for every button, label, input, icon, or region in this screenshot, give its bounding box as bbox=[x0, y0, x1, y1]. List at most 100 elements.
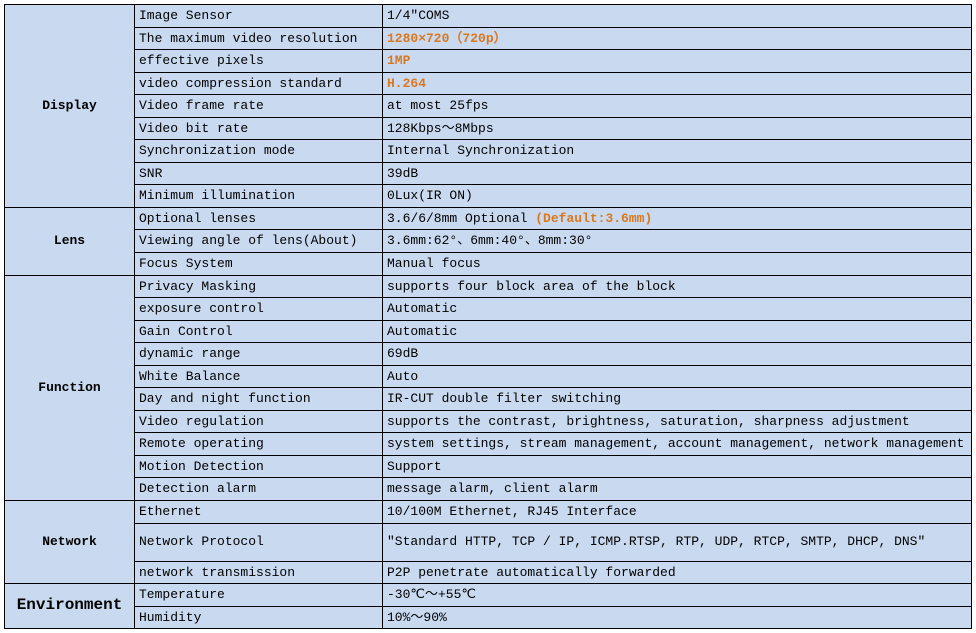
spec-label: Focus System bbox=[135, 253, 383, 276]
spec-value-text: Automatic bbox=[387, 301, 457, 316]
table-row: video compression standard H.264 bbox=[5, 72, 972, 95]
spec-value-text: 69dB bbox=[387, 346, 418, 361]
spec-value-text: Support bbox=[387, 459, 442, 474]
spec-value: 1MP bbox=[383, 50, 972, 73]
spec-value-text: Automatic bbox=[387, 324, 457, 339]
table-row: Network Protocol"Standard HTTP, TCP / IP… bbox=[5, 523, 972, 561]
spec-value-text: 10/100M Ethernet, RJ45 Interface bbox=[387, 504, 637, 519]
table-row: dynamic range 69dB bbox=[5, 343, 972, 366]
spec-value-text: 39dB bbox=[387, 166, 418, 181]
table-row: Video frame rateat most 25fps bbox=[5, 95, 972, 118]
spec-label: Privacy Masking bbox=[135, 275, 383, 298]
spec-value-text: 1/4″COMS bbox=[387, 8, 449, 23]
table-row: EnvironmentTemperature-30℃～+55℃ bbox=[5, 584, 972, 607]
category-cell: Environment bbox=[5, 584, 135, 629]
spec-value-text: Auto bbox=[387, 369, 418, 384]
spec-value: system settings, stream management, acco… bbox=[383, 433, 972, 456]
spec-value: 3.6mm:62°、6mm:40°、8mm:30° bbox=[383, 230, 972, 253]
category-cell: Lens bbox=[5, 207, 135, 275]
spec-label: Temperature bbox=[135, 584, 383, 607]
table-row: White Balance Auto bbox=[5, 365, 972, 388]
spec-label: Ethernet bbox=[135, 501, 383, 524]
spec-value-suffix: (Default:3.6mm) bbox=[535, 211, 652, 226]
spec-value: 10%～90% bbox=[383, 606, 972, 629]
table-row: network transmissionP2P penetrate automa… bbox=[5, 561, 972, 584]
spec-value: "Standard HTTP, TCP / IP, ICMP.RTSP, RTP… bbox=[383, 523, 972, 561]
spec-value-text: Internal Synchronization bbox=[387, 143, 574, 158]
spec-value-text: 1280×720（720p） bbox=[387, 31, 507, 46]
table-row: The maximum video resolution1280×720（720… bbox=[5, 27, 972, 50]
spec-value: 1/4″COMS bbox=[383, 5, 972, 28]
table-row: DisplayImage Sensor1/4″COMS bbox=[5, 5, 972, 28]
spec-value-text: at most 25fps bbox=[387, 98, 488, 113]
table-row: Detection alarm message alarm, client ala… bbox=[5, 478, 972, 501]
spec-value-text: 3.6mm:62°、6mm:40°、8mm:30° bbox=[387, 233, 592, 248]
spec-value-text: 0Lux(IR ON) bbox=[387, 188, 473, 203]
table-row: FunctionPrivacy Maskingsupports four blo… bbox=[5, 275, 972, 298]
spec-label: Detection alarm bbox=[135, 478, 383, 501]
spec-label: Network Protocol bbox=[135, 523, 383, 561]
spec-value: supports the contrast, brightness, satur… bbox=[383, 410, 972, 433]
spec-value: at most 25fps bbox=[383, 95, 972, 118]
spec-label: exposure control bbox=[135, 298, 383, 321]
table-row: exposure control Automatic bbox=[5, 298, 972, 321]
spec-value-text: message alarm, client alarm bbox=[387, 481, 598, 496]
spec-value-text: 1MP bbox=[387, 53, 410, 68]
spec-value: H.264 bbox=[383, 72, 972, 95]
table-row: SNR39dB bbox=[5, 162, 972, 185]
table-row: NetworkEthernet 10/100M Ethernet, RJ45 I… bbox=[5, 501, 972, 524]
spec-value-text: H.264 bbox=[387, 76, 426, 91]
spec-value: -30℃～+55℃ bbox=[383, 584, 972, 607]
table-row: LensOptional lenses3.6/6/8mm Optional (D… bbox=[5, 207, 972, 230]
spec-value: 1280×720（720p） bbox=[383, 27, 972, 50]
table-row: Day and night functionIR-CUT double filt… bbox=[5, 388, 972, 411]
table-row: Gain Control Automatic bbox=[5, 320, 972, 343]
spec-value-text: 3.6/6/8mm Optional bbox=[387, 211, 535, 226]
table-row: Synchronization mode Internal Synchroniza… bbox=[5, 140, 972, 163]
spec-value-text: supports four block area of the block bbox=[387, 279, 676, 294]
category-cell: Display bbox=[5, 5, 135, 208]
spec-value: Automatic bbox=[383, 320, 972, 343]
spec-value-text: -30℃～+55℃ bbox=[387, 587, 476, 602]
spec-label: Day and night function bbox=[135, 388, 383, 411]
spec-value: supports four block area of the block bbox=[383, 275, 972, 298]
category-cell: Network bbox=[5, 501, 135, 584]
spec-label: Humidity bbox=[135, 606, 383, 629]
spec-label: Minimum illumination bbox=[135, 185, 383, 208]
spec-value: P2P penetrate automatically forwarded bbox=[383, 561, 972, 584]
spec-value: Automatic bbox=[383, 298, 972, 321]
category-cell: Function bbox=[5, 275, 135, 500]
spec-value: 69dB bbox=[383, 343, 972, 366]
spec-label: network transmission bbox=[135, 561, 383, 584]
spec-label: Gain Control bbox=[135, 320, 383, 343]
spec-value: 39dB bbox=[383, 162, 972, 185]
spec-label: Remote operating bbox=[135, 433, 383, 456]
spec-value: IR-CUT double filter switching bbox=[383, 388, 972, 411]
spec-value: Support bbox=[383, 455, 972, 478]
spec-value-text: Manual focus bbox=[387, 256, 481, 271]
spec-value-text: supports the contrast, brightness, satur… bbox=[387, 414, 910, 429]
table-row: Humidity 10%～90% bbox=[5, 606, 972, 629]
spec-label: Image Sensor bbox=[135, 5, 383, 28]
spec-label: White Balance bbox=[135, 365, 383, 388]
spec-value: 10/100M Ethernet, RJ45 Interface bbox=[383, 501, 972, 524]
spec-label: Viewing angle of lens(About) bbox=[135, 230, 383, 253]
spec-label: effective pixels bbox=[135, 50, 383, 73]
spec-value-text: 10%～90% bbox=[387, 610, 447, 625]
table-row: Video regulation supports the contrast, b… bbox=[5, 410, 972, 433]
table-row: Minimum illumination 0Lux(IR ON) bbox=[5, 185, 972, 208]
spec-value: 0Lux(IR ON) bbox=[383, 185, 972, 208]
spec-label: Video regulation bbox=[135, 410, 383, 433]
spec-value: 3.6/6/8mm Optional (Default:3.6mm) bbox=[383, 207, 972, 230]
spec-label: Optional lenses bbox=[135, 207, 383, 230]
spec-label: dynamic range bbox=[135, 343, 383, 366]
spec-value: message alarm, client alarm bbox=[383, 478, 972, 501]
spec-label: Motion Detection bbox=[135, 455, 383, 478]
spec-value: Internal Synchronization bbox=[383, 140, 972, 163]
spec-label: Synchronization mode bbox=[135, 140, 383, 163]
spec-label: Video bit rate bbox=[135, 117, 383, 140]
spec-label: video compression standard bbox=[135, 72, 383, 95]
table-row: Video bit rate128Kbps～8Mbps bbox=[5, 117, 972, 140]
spec-value: 128Kbps～8Mbps bbox=[383, 117, 972, 140]
spec-value-text: system settings, stream management, acco… bbox=[387, 436, 964, 451]
